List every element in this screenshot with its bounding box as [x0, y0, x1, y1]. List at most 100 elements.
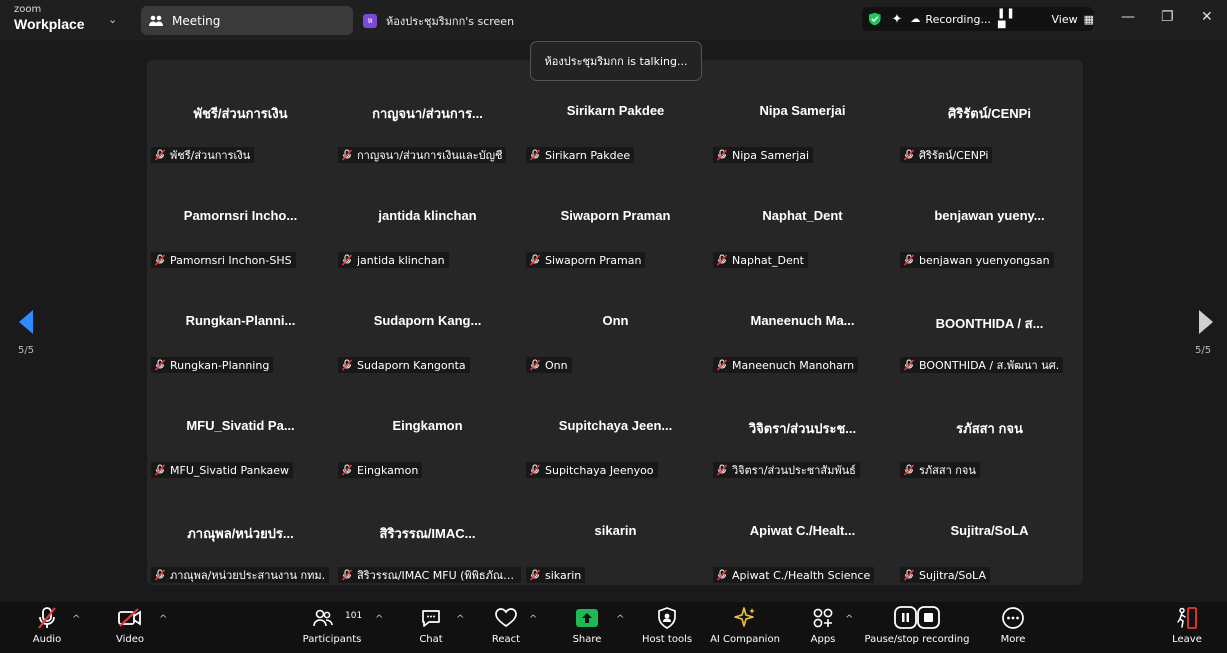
chat-options-chevron-icon[interactable]: ^	[456, 614, 464, 625]
participant-tile[interactable]: Sujitra/SoLA Sujitra/SoLA	[896, 480, 1083, 585]
view-button[interactable]: View	[1051, 13, 1077, 26]
participant-tile[interactable]: Pamornsri Incho... Pamornsri Inchon-SHS	[147, 165, 334, 270]
participant-name-text: Siwaporn Praman	[545, 253, 642, 267]
audio-button[interactable]: Audio	[30, 602, 64, 653]
participant-tile[interactable]: Onn Onn	[522, 270, 709, 375]
pause-stop-recording-button[interactable]: Pause/stop recording	[864, 602, 970, 653]
gallery-view: พัชรี/ส่วนการเงิน พัชรี/ส่วนการเงิน กาญจนา…	[147, 60, 1083, 585]
participant-name-text: สิริวรรณ/IMAC MFU (พิพิธภัณฑ์...	[357, 569, 517, 582]
participants-count: 101	[345, 611, 363, 621]
ai-sparkle-icon[interactable]: ✦	[892, 12, 903, 27]
muted-mic-icon	[341, 359, 353, 371]
chevron-down-icon[interactable]: ⌄	[108, 13, 117, 26]
next-page-icon[interactable]	[1196, 308, 1216, 336]
previous-page-icon[interactable]	[17, 308, 37, 336]
more-button[interactable]: More	[996, 602, 1030, 653]
chat-label: Chat	[419, 634, 443, 645]
participant-tile[interactable]: Sudaporn Kang... Sudaporn Kangonta	[334, 270, 521, 375]
participant-tile[interactable]: พัชรี/ส่วนการเงิน พัชรี/ส่วนการเงิน	[147, 60, 334, 165]
chat-button[interactable]: Chat	[414, 602, 448, 653]
participant-tile[interactable]: Siwaporn Praman Siwaporn Praman	[522, 165, 709, 270]
tab-screen-label: ห้องประชุมริมกก's screen	[386, 14, 515, 28]
audio-label: Audio	[32, 634, 62, 645]
participant-tile[interactable]: ภาณุพล/หน่วยปร... ภาณุพล/หน่วยประสานงาน ก…	[147, 480, 334, 585]
participant-name-label: Naphat_Dent	[713, 252, 808, 268]
participant-tile[interactable]: sikarin sikarin	[522, 480, 709, 585]
video-off-icon	[117, 602, 143, 634]
participant-tile[interactable]: ศิริรัตน์/CENPi ศิริรัตน์/CENPi	[896, 60, 1083, 165]
muted-mic-icon	[716, 569, 728, 581]
share-options-chevron-icon[interactable]: ^	[616, 614, 624, 625]
pause-stop-recording-label: Pause/stop recording	[864, 634, 970, 645]
participant-name-text: Eingkamon	[357, 463, 419, 477]
muted-mic-icon	[716, 149, 728, 161]
ai-companion-button[interactable]: AI Companion	[707, 602, 783, 653]
participants-button[interactable]: Participants	[301, 602, 363, 653]
participant-tile[interactable]: MFU_Sivatid Pa... MFU_Sivatid Pankaew	[147, 375, 334, 480]
participant-tile[interactable]: benjawan yueny... benjawan yuenyongsan	[896, 165, 1083, 270]
participant-tile[interactable]: Eingkamon Eingkamon	[334, 375, 521, 480]
audio-options-chevron-icon[interactable]: ^	[72, 614, 80, 625]
participant-tile[interactable]: กาญจนา/ส่วนการ... กาญจนา/ส่วนการเงินและบั…	[334, 60, 521, 165]
brand-small: zoom	[14, 4, 42, 15]
minimize-icon[interactable]: —	[1121, 9, 1135, 25]
more-label: More	[1000, 634, 1026, 645]
participant-name-label: Pamornsri Inchon-SHS	[151, 252, 296, 268]
participant-tile[interactable]: Rungkan-Planni... Rungkan-Planning	[147, 270, 334, 375]
close-icon[interactable]: ✕	[1201, 9, 1213, 25]
share-button[interactable]: Share	[570, 602, 604, 653]
video-button[interactable]: Video	[113, 602, 147, 653]
muted-mic-icon	[716, 359, 728, 371]
participant-name-text: Nipa Samerjai	[732, 148, 810, 162]
participant-tile[interactable]: Naphat_Dent Naphat_Dent	[709, 165, 896, 270]
leave-icon	[1175, 602, 1199, 634]
participant-name-label: Rungkan-Planning	[151, 357, 274, 373]
participant-display-name: Apiwat C./Healt...	[749, 523, 856, 538]
participant-display-name: ภาณุพล/หน่วยปร...	[187, 526, 294, 541]
restore-icon[interactable]: ❐	[1161, 9, 1174, 25]
zoom-workplace-logo[interactable]: zoom Workplace	[14, 4, 85, 32]
participant-display-name: Eingkamon	[392, 418, 463, 433]
participant-name-label: พัชรี/ส่วนการเงิน	[151, 147, 255, 163]
apps-icon	[812, 602, 834, 634]
participant-tile[interactable]: สิริวรรณ/IMAC... สิริวรรณ/IMAC MFU (พิพิธ…	[334, 480, 521, 585]
participant-name-text: Sujitra/SoLA	[919, 568, 986, 582]
leave-label: Leave	[1172, 634, 1202, 645]
pause-stop-icon	[894, 602, 940, 634]
react-options-chevron-icon[interactable]: ^	[529, 614, 537, 625]
apps-button[interactable]: Apps	[806, 602, 840, 653]
react-button[interactable]: React	[489, 602, 523, 653]
participant-display-name: Onn	[602, 313, 629, 328]
grid-view-icon[interactable]: ▦	[1084, 13, 1094, 26]
participant-name-label: Eingkamon	[338, 462, 423, 478]
participants-options-chevron-icon[interactable]: ^	[375, 614, 383, 625]
muted-mic-icon	[154, 359, 166, 371]
muted-mic-icon	[154, 464, 166, 476]
participant-name-text: Maneenuch Manoharn	[732, 358, 855, 372]
apps-options-chevron-icon[interactable]: ^	[845, 614, 853, 625]
participant-tile[interactable]: BOONTHIDA / ส... BOONTHIDA / ส.พัฒนา นศ.	[896, 270, 1083, 375]
participant-name-text: Sudaporn Kangonta	[357, 358, 466, 372]
recording-pause-stop-icon[interactable]: ❚❚ ■	[997, 8, 1030, 30]
participant-tile[interactable]: วิจิตรา/ส่วนประช... วิจิตรา/ส่วนประชาสัมพ…	[709, 375, 896, 480]
muted-mic-icon	[529, 569, 541, 581]
participant-tile[interactable]: Maneenuch Ma... Maneenuch Manoharn	[709, 270, 896, 375]
participant-name-text: วิจิตรา/ส่วนประชาสัมพันธ์	[732, 464, 856, 477]
participant-tile[interactable]: jantida klinchan jantida klinchan	[334, 165, 521, 270]
participant-tile[interactable]: Nipa Samerjai Nipa Samerjai	[709, 60, 896, 165]
muted-mic-icon	[341, 569, 353, 581]
tab-shared-screen[interactable]: ห ห้องประชุมริมกก's screen	[363, 6, 514, 35]
video-options-chevron-icon[interactable]: ^	[159, 614, 167, 625]
participant-display-name: พัชรี/ส่วนการเงิน	[193, 106, 288, 121]
shield-icon[interactable]	[868, 12, 882, 26]
participant-tile[interactable]: Apiwat C./Healt... Apiwat C./Health Scien…	[709, 480, 896, 585]
host-tools-button[interactable]: Host tools	[640, 602, 694, 653]
muted-mic-icon	[903, 149, 915, 161]
participant-tile[interactable]: Supitchaya Jeen... Supitchaya Jeenyoo	[522, 375, 709, 480]
participant-display-name: สิริวรรณ/IMAC...	[379, 526, 476, 541]
tab-meeting[interactable]: Meeting	[141, 6, 353, 35]
participant-name-label: Nipa Samerjai	[713, 147, 814, 163]
participant-tile[interactable]: รภัสสา กจน รภัสสา กจน	[896, 375, 1083, 480]
participant-name-text: Naphat_Dent	[732, 253, 804, 267]
leave-button[interactable]: Leave	[1168, 602, 1206, 653]
